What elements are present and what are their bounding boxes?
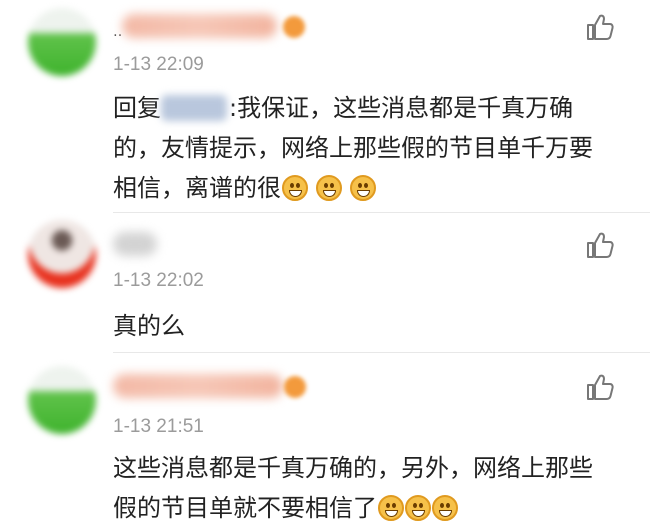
comment-item: 1-13 21:51 这些消息都是千真万确的，另外，网络上那些 假的节目单就不要…: [0, 356, 650, 530]
grin-emoji-icon: [350, 175, 376, 201]
comment-line: 相信，离谱的很: [113, 168, 633, 208]
grin-emoji-icon: [282, 175, 308, 201]
thumbs-up-icon[interactable]: [585, 230, 615, 260]
username-blurred[interactable]: [113, 232, 157, 256]
user-avatar[interactable]: [28, 220, 96, 288]
reply-prefix: 回复: [113, 94, 161, 122]
comment-divider: [113, 212, 650, 213]
comment-line: 真的么: [113, 312, 185, 340]
grin-emoji-icon: [378, 495, 404, 521]
comment-item: 1-13 22:02 真的么: [0, 214, 650, 354]
thumbs-up-icon[interactable]: [585, 372, 615, 402]
user-avatar[interactable]: [28, 8, 96, 76]
comment-line-text: 相信，离谱的很: [113, 174, 281, 202]
comment-text: 真的么: [113, 306, 633, 346]
comment-item: ‥ 1-13 22:09 回复:我保证，这些消息都是千真万确 的，友情提示，网络…: [0, 0, 650, 210]
comment-divider: [113, 352, 650, 353]
thumbs-up-icon[interactable]: [585, 12, 615, 42]
comment-line-text: :我保证，这些消息都是千真万确: [229, 94, 574, 122]
comment-time: 1-13 21:51: [113, 416, 204, 437]
comment-line: 的，友情提示，网络上那些假的节目单千万要: [113, 134, 593, 162]
comment-line: 回复 :我保证，这些消息都是千真万确: [113, 88, 633, 128]
comment-line-text: 假的节目单就不要相信了: [113, 494, 377, 522]
mention-user-blurred[interactable]: [161, 95, 227, 121]
comment-time: 1-13 22:02: [113, 270, 204, 291]
username-blurred[interactable]: [113, 374, 283, 398]
username-blurred[interactable]: [122, 14, 277, 38]
comment-line: 假的节目单就不要相信了: [113, 488, 633, 528]
grin-emoji-icon: [405, 495, 431, 521]
comment-time: 1-13 22:09: [113, 54, 204, 75]
comment-text: 回复 :我保证，这些消息都是千真万确 的，友情提示，网络上那些假的节目单千万要 相…: [113, 88, 633, 208]
member-badge-icon: [283, 16, 305, 38]
member-badge-icon: [284, 376, 306, 398]
grin-emoji-icon: [316, 175, 342, 201]
user-avatar[interactable]: [28, 366, 96, 434]
comment-text: 这些消息都是千真万确的，另外，网络上那些 假的节目单就不要相信了: [113, 448, 633, 528]
grin-emoji-icon: [432, 495, 458, 521]
comment-line: 这些消息都是千真万确的，另外，网络上那些: [113, 454, 593, 482]
